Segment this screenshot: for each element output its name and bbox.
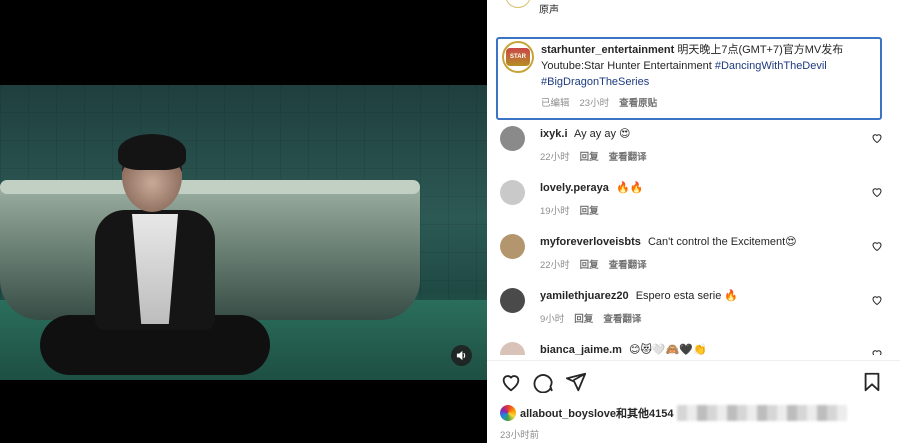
commenter-avatar[interactable]	[500, 126, 525, 151]
post-panel: 原声 STAR starhunter_entertainment 明天晚上7点(…	[487, 0, 900, 443]
like-heart-icon[interactable]	[500, 371, 522, 393]
post-caption: STAR starhunter_entertainment 明天晚上7点(GMT…	[496, 37, 882, 120]
commenter-username[interactable]: yamilethjuarez20	[540, 290, 629, 302]
comment-text: 😊😻🤍🙈🖤👏	[629, 344, 707, 355]
video-pane[interactable]	[0, 0, 487, 443]
commenter-username[interactable]: bianca_jaime.m	[540, 344, 622, 355]
comment-time: 9小时	[540, 314, 565, 325]
comment-text: 🔥🔥	[615, 182, 644, 194]
commenter-username[interactable]: lovely.peraya	[540, 182, 609, 194]
likes-summary[interactable]: allabout_boyslove和其他4154	[500, 405, 848, 421]
like-heart-icon[interactable]	[871, 294, 883, 306]
like-heart-icon[interactable]	[871, 348, 883, 355]
audio-label[interactable]: 原声	[539, 1, 559, 16]
comment-body: lovely.peraya 🔥🔥	[540, 181, 860, 196]
mute-button[interactable]	[451, 345, 472, 366]
comment-body: ixyk.i Ay ay ay 😍	[540, 127, 860, 142]
reply-button[interactable]: 回复	[580, 203, 599, 217]
hashtag-link[interactable]: #DancingWithTheDevil	[715, 60, 827, 72]
commenter-avatar[interactable]	[500, 342, 525, 355]
hashtag-link[interactable]: #BigDragonTheSeries	[541, 76, 649, 88]
blurred-region	[677, 405, 848, 421]
reply-button[interactable]: 回复	[574, 311, 593, 325]
like-heart-icon[interactable]	[871, 240, 883, 252]
comment-body: yamilethjuarez20 Espero esta serie 🔥	[540, 289, 860, 304]
bookmark-icon[interactable]	[861, 371, 883, 393]
reply-button[interactable]: 回复	[580, 257, 599, 271]
commenter-avatar[interactable]	[500, 234, 525, 259]
comment-item: ixyk.i Ay ay ay 😍 22小时 回复 查看翻译	[487, 122, 887, 176]
author-avatar-text: STAR	[506, 48, 530, 66]
commenter-username[interactable]: ixyk.i	[540, 128, 568, 140]
video-person	[40, 134, 270, 380]
comment-item: bianca_jaime.m 😊😻🤍🙈🖤👏	[487, 338, 887, 355]
see-original-link[interactable]: 查看原贴	[619, 95, 657, 109]
post-timestamp: 23小时前	[500, 430, 540, 441]
commenter-avatar[interactable]	[500, 180, 525, 205]
account-logo-icon[interactable]	[505, 0, 531, 8]
commenter-avatar[interactable]	[500, 288, 525, 313]
caption-line2: Youtube:Star Hunter Entertainment	[541, 60, 712, 72]
reply-button[interactable]: 回复	[580, 149, 599, 163]
caption-time: 23小时	[579, 98, 610, 109]
action-bar	[500, 371, 885, 395]
comment-list[interactable]: ixyk.i Ay ay ay 😍 22小时 回复 查看翻译 lovely.pe…	[487, 120, 900, 355]
video-player[interactable]	[0, 85, 487, 380]
commenter-username[interactable]: myforeverloveisbts	[540, 236, 641, 248]
comment-actions: 19小时 回复	[540, 203, 599, 217]
comment-text: Espero esta serie 🔥	[635, 290, 739, 302]
comment-actions: 9小时 回复 查看翻译	[540, 311, 641, 325]
comment-time: 22小时	[540, 260, 570, 271]
translate-button[interactable]: 查看翻译	[609, 149, 647, 163]
liker-avatar	[500, 405, 516, 421]
comment-actions: 22小时 回复 查看翻译	[540, 149, 647, 163]
speaker-icon	[456, 350, 466, 361]
caption-line1: 明天晚上7点(GMT+7)官方MV发布	[677, 44, 844, 56]
comment-body: bianca_jaime.m 😊😻🤍🙈🖤👏	[540, 343, 860, 355]
post-footer: allabout_boyslove和其他4154 23小时前	[487, 360, 900, 443]
caption-text: starhunter_entertainment 明天晚上7点(GMT+7)官方…	[541, 42, 876, 90]
share-icon[interactable]	[565, 371, 587, 393]
comment-item: myforeverloveisbts Can't control the Exc…	[487, 230, 887, 284]
comment-item: yamilethjuarez20 Espero esta serie 🔥 9小时…	[487, 284, 887, 338]
likes-text: allabout_boyslove和其他4154	[520, 408, 674, 420]
caption-meta: 已编辑 23小时 查看原贴	[541, 95, 657, 109]
comment-item: lovely.peraya 🔥🔥 19小时 回复	[487, 176, 887, 230]
comment-actions: 22小时 回复 查看翻译	[540, 257, 647, 271]
comment-icon[interactable]	[532, 371, 554, 393]
comment-body: myforeverloveisbts Can't control the Exc…	[540, 235, 860, 250]
audio-bar: 原声	[487, 0, 900, 30]
author-username[interactable]: starhunter_entertainment	[541, 44, 674, 56]
like-heart-icon[interactable]	[871, 132, 883, 144]
author-avatar[interactable]: STAR	[502, 41, 534, 73]
edited-label: 已编辑	[541, 98, 570, 109]
comment-time: 19小时	[540, 206, 570, 217]
comment-time: 22小时	[540, 152, 570, 163]
comment-text: Ay ay ay 😍	[573, 128, 631, 140]
translate-button[interactable]: 查看翻译	[609, 257, 647, 271]
comment-text: Can't control the Excitement😍	[647, 236, 797, 248]
like-heart-icon[interactable]	[871, 186, 883, 198]
scrollbar[interactable]	[893, 0, 898, 355]
translate-button[interactable]: 查看翻译	[603, 311, 641, 325]
